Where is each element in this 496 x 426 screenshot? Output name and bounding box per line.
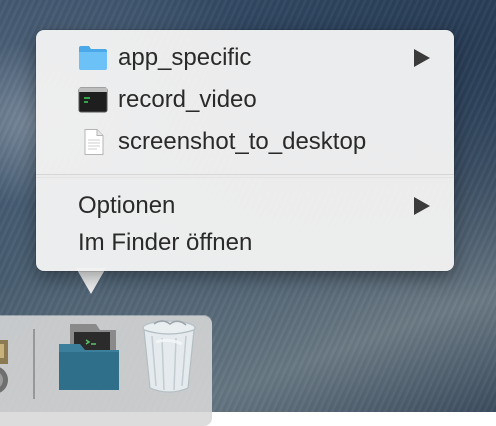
submenu-arrow-icon [414, 49, 430, 67]
partial-app-icon [0, 340, 8, 393]
submenu-arrow-icon [414, 197, 430, 215]
menu-item-optionen[interactable]: Optionen [36, 188, 454, 224]
folder-icon [78, 45, 108, 71]
trash-icon [142, 320, 196, 393]
menu-item-label: record_video [118, 86, 257, 113]
menu-item-screenshot-to-desktop[interactable]: screenshot_to_desktop [36, 124, 454, 160]
menu-item-label: app_specific [118, 44, 252, 71]
terminal-executable-icon [78, 87, 108, 113]
context-menu-pointer [76, 268, 106, 294]
document-icon [78, 129, 108, 155]
menu-separator [36, 174, 454, 178]
dock-divider [33, 329, 35, 399]
menu-item-label: screenshot_to_desktop [118, 128, 367, 155]
menu-item-label: Optionen [78, 192, 176, 219]
scripts-folder-stack-icon [59, 324, 119, 390]
dock-item-partial-app[interactable] [0, 340, 12, 396]
dock-item-scripts-folder[interactable] [56, 322, 122, 392]
menu-item-open-in-finder[interactable]: Im Finder öffnen [36, 225, 454, 261]
menu-item-record-video[interactable]: record_video [36, 82, 454, 118]
menu-item-label: Im Finder öffnen [78, 229, 253, 256]
dock-item-trash[interactable] [140, 316, 198, 396]
menu-item-app-specific[interactable]: app_specific [36, 40, 454, 76]
dock-context-menu: app_specific record_video screenshot_to_… [36, 30, 454, 271]
